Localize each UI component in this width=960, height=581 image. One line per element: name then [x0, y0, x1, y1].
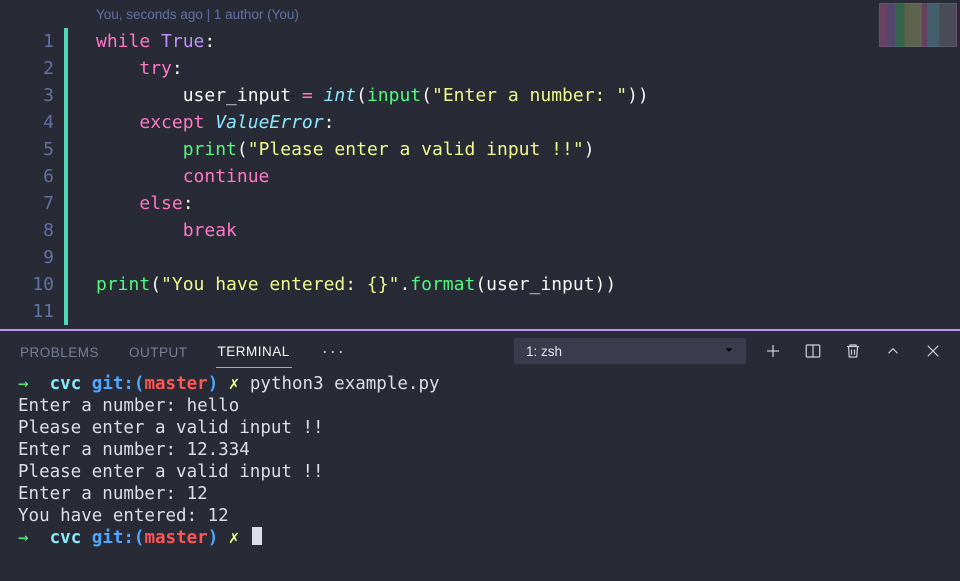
line-number: 3	[0, 82, 64, 109]
line-number: 5	[0, 136, 64, 163]
line-number-gutter: 1 2 3 4 5 6 7 8 9 10 11	[0, 0, 64, 329]
line-number: 2	[0, 55, 64, 82]
prompt-arrow-icon: →	[18, 374, 29, 394]
prompt-cwd: cvc	[50, 528, 82, 548]
kill-terminal-button[interactable]	[844, 342, 862, 360]
line-number: 6	[0, 163, 64, 190]
line-number: 8	[0, 217, 64, 244]
prompt-cwd: cvc	[50, 374, 82, 394]
prompt-dirty-icon: ✗	[229, 528, 240, 548]
line-number: 9	[0, 244, 64, 271]
prompt-git-label: git:(	[92, 528, 145, 548]
prompt-dirty-icon: ✗	[229, 374, 240, 394]
bottom-panel: PROBLEMS OUTPUT TERMINAL ··· 1: zsh	[0, 331, 960, 581]
terminal-line: Enter a number: hello	[18, 396, 239, 416]
terminal-line: Please enter a valid input !!	[18, 418, 324, 438]
git-lens-annotation[interactable]: You, seconds ago | 1 author (You)	[68, 4, 960, 28]
prompt-git-label: git:(	[92, 374, 145, 394]
tab-problems[interactable]: PROBLEMS	[18, 335, 101, 368]
prompt-branch: master	[144, 528, 207, 548]
line-number: 11	[0, 298, 64, 325]
terminal-line: You have entered: 12	[18, 506, 229, 526]
source-code[interactable]: while True: try: user_input = int(input(…	[68, 28, 960, 298]
terminal-line: Please enter a valid input !!	[18, 462, 324, 482]
terminal-line: Enter a number: 12	[18, 484, 208, 504]
terminal-output[interactable]: → cvc git:(master) ✗ python3 example.py …	[0, 371, 960, 581]
tab-terminal[interactable]: TERMINAL	[216, 334, 292, 368]
line-number: 1	[0, 28, 64, 55]
split-terminal-button[interactable]	[804, 342, 822, 360]
terminal-command: python3 example.py	[250, 374, 440, 394]
chevron-down-icon	[722, 343, 736, 360]
line-number: 7	[0, 190, 64, 217]
line-number: 4	[0, 109, 64, 136]
terminal-line: Enter a number: 12.334	[18, 440, 250, 460]
new-terminal-button[interactable]	[764, 342, 782, 360]
terminal-picker-label: 1: zsh	[526, 344, 562, 359]
code-editor[interactable]: 1 2 3 4 5 6 7 8 9 10 11 You, seconds ago…	[0, 0, 960, 329]
terminal-cursor	[252, 527, 262, 545]
panel-tabbar: PROBLEMS OUTPUT TERMINAL ··· 1: zsh	[0, 331, 960, 371]
tab-output[interactable]: OUTPUT	[127, 335, 190, 368]
maximize-panel-button[interactable]	[884, 342, 902, 360]
close-panel-button[interactable]	[924, 342, 942, 360]
terminal-picker-dropdown[interactable]: 1: zsh	[514, 338, 746, 364]
tab-overflow-button[interactable]: ···	[322, 341, 346, 362]
prompt-branch: master	[144, 374, 207, 394]
minimap[interactable]	[879, 3, 957, 47]
line-number: 10	[0, 271, 64, 298]
prompt-arrow-icon: →	[18, 528, 29, 548]
